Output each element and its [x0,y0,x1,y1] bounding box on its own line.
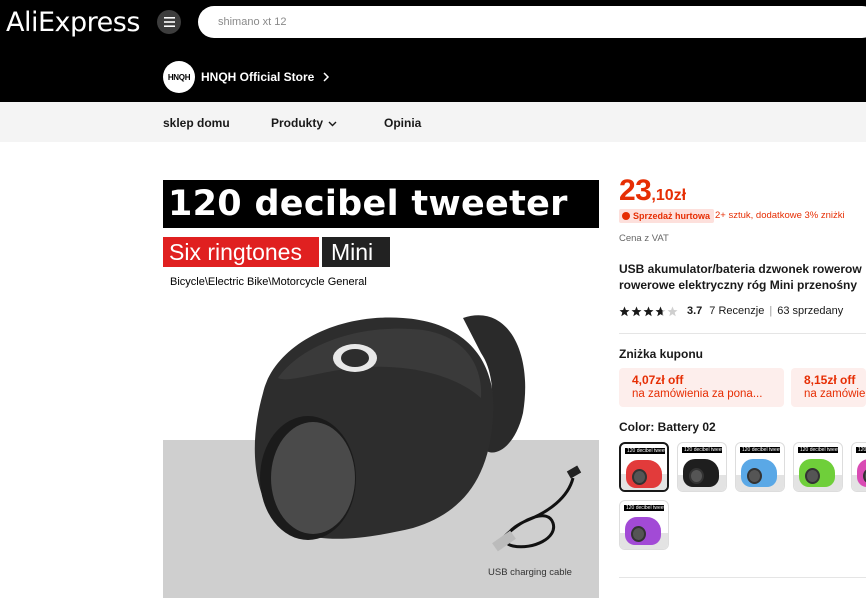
wholesale-badge: Sprzedaż hurtowa [619,209,715,223]
image-tag-mini: Mini [322,237,390,267]
product-main-image[interactable]: 120 decibel tweeter Six ringtones Mini B… [163,178,599,598]
reviews-link[interactable]: 7 Recenzje [709,305,764,317]
swatch-lens [631,526,646,542]
coupon-card[interactable]: 8,15zł off na zamówie [791,368,866,407]
nav-store-home[interactable]: sklep domu [163,116,230,130]
star-icon [667,306,678,316]
coupon-desc: na zamówie [804,388,866,400]
swatch-caption: 120 decibel tweeter [858,447,866,453]
wholesale-note: 2+ sztuk, dodatkowe 3% zniżki [715,210,845,221]
hamburger-icon [163,17,175,27]
color-title: Color: Battery 02 [619,420,716,434]
tag-icon [622,212,630,220]
product-title-line2: rowerowe elektryczny róg Mini przenośny [619,278,858,292]
star-icon [655,306,666,316]
swatch-lens [689,468,704,484]
star-rating[interactable] [619,306,679,317]
store-name: HNQH Official Store [201,70,315,84]
nav-products-label: Produkty [271,116,324,130]
top-header: AliExpress HNQH HNQH Official Store [0,0,866,102]
rating-row: 3.7 7 Recenzje | 63 sprzedany [619,305,843,317]
image-usb-label: USB charging cable [488,567,572,578]
sold-count: 63 sprzedany [777,305,844,317]
star-icon [619,306,630,316]
color-swatch[interactable]: 120 decibel tweeter [677,442,727,492]
divider [619,333,866,334]
product-title-line1: USB akumulator/bateria dzwonek rowerow [619,262,862,276]
image-subtitle: Bicycle\Electric Bike\Motorcycle General [170,276,367,288]
wholesale-badge-text: Sprzedaż hurtowa [633,211,711,221]
store-link[interactable]: HNQH HNQH Official Store [163,61,330,93]
color-swatch[interactable]: 120 decibel tweeter [735,442,785,492]
star-icon [631,306,642,316]
store-avatar-text: HNQH [167,72,191,82]
store-nav: sklep domu Produkty Opinia [0,102,866,142]
swatch-band: 120 decibel tweeter [856,447,866,453]
color-swatch[interactable]: 120 decibel tweeter [619,442,669,492]
swatch-band: 120 decibel tweeter [682,447,722,453]
menu-button[interactable] [157,10,181,34]
coupon-desc: na zamówienia za pona... [632,388,763,400]
color-swatch[interactable]: 120 decibel tweeter [619,500,669,550]
nav-feedback[interactable]: Opinia [384,116,421,130]
divider [619,577,866,578]
swatch-band: 120 decibel tweeter [740,447,780,453]
swatch-lens [747,468,762,484]
rating-score: 3.7 [687,305,703,317]
price-main: 23 [619,174,652,207]
separator: | [769,305,773,317]
swatch-caption: 120 decibel tweeter [742,447,780,453]
color-swatch[interactable]: 120 decibel tweeter [851,442,866,492]
swatch-caption: 120 decibel tweeter [627,448,665,454]
swatch-lens [805,468,820,484]
swatch-caption: 120 decibel tweeter [800,447,838,453]
coupon-amount: 8,15zł off [804,373,856,387]
star-icon [643,306,654,316]
image-headline: 120 decibel tweeter [163,180,599,228]
swatch-band: 120 decibel tweeter [624,505,664,511]
swatch-band: 120 decibel tweeter [625,448,665,454]
swatch-band: 120 decibel tweeter [798,447,838,453]
product-title: USB akumulator/bateria dzwonek rowerow r… [619,261,866,293]
chevron-down-icon [328,121,337,127]
store-avatar: HNQH [163,61,195,93]
color-swatch[interactable]: 120 decibel tweeter [793,442,843,492]
vat-note: Cena z VAT [619,233,669,244]
swatch-caption: 120 decibel tweeter [684,447,722,453]
coupon-amount: 4,07zł off [632,373,684,387]
image-tag-ringtones: Six ringtones [163,237,319,267]
search-input[interactable] [198,6,866,38]
price: 23,10zł [619,174,686,208]
swatch-lens [632,469,647,485]
aliexpress-logo[interactable]: AliExpress [6,7,140,38]
price-fraction: ,10zł [651,187,687,204]
nav-products[interactable]: Produkty [271,116,337,130]
coupon-card[interactable]: 4,07zł off na zamówienia za pona... [619,368,784,407]
swatch-caption: 120 decibel tweeter [626,505,664,511]
chevron-right-icon [323,72,330,82]
coupon-title: Zniżka kuponu [619,347,703,361]
